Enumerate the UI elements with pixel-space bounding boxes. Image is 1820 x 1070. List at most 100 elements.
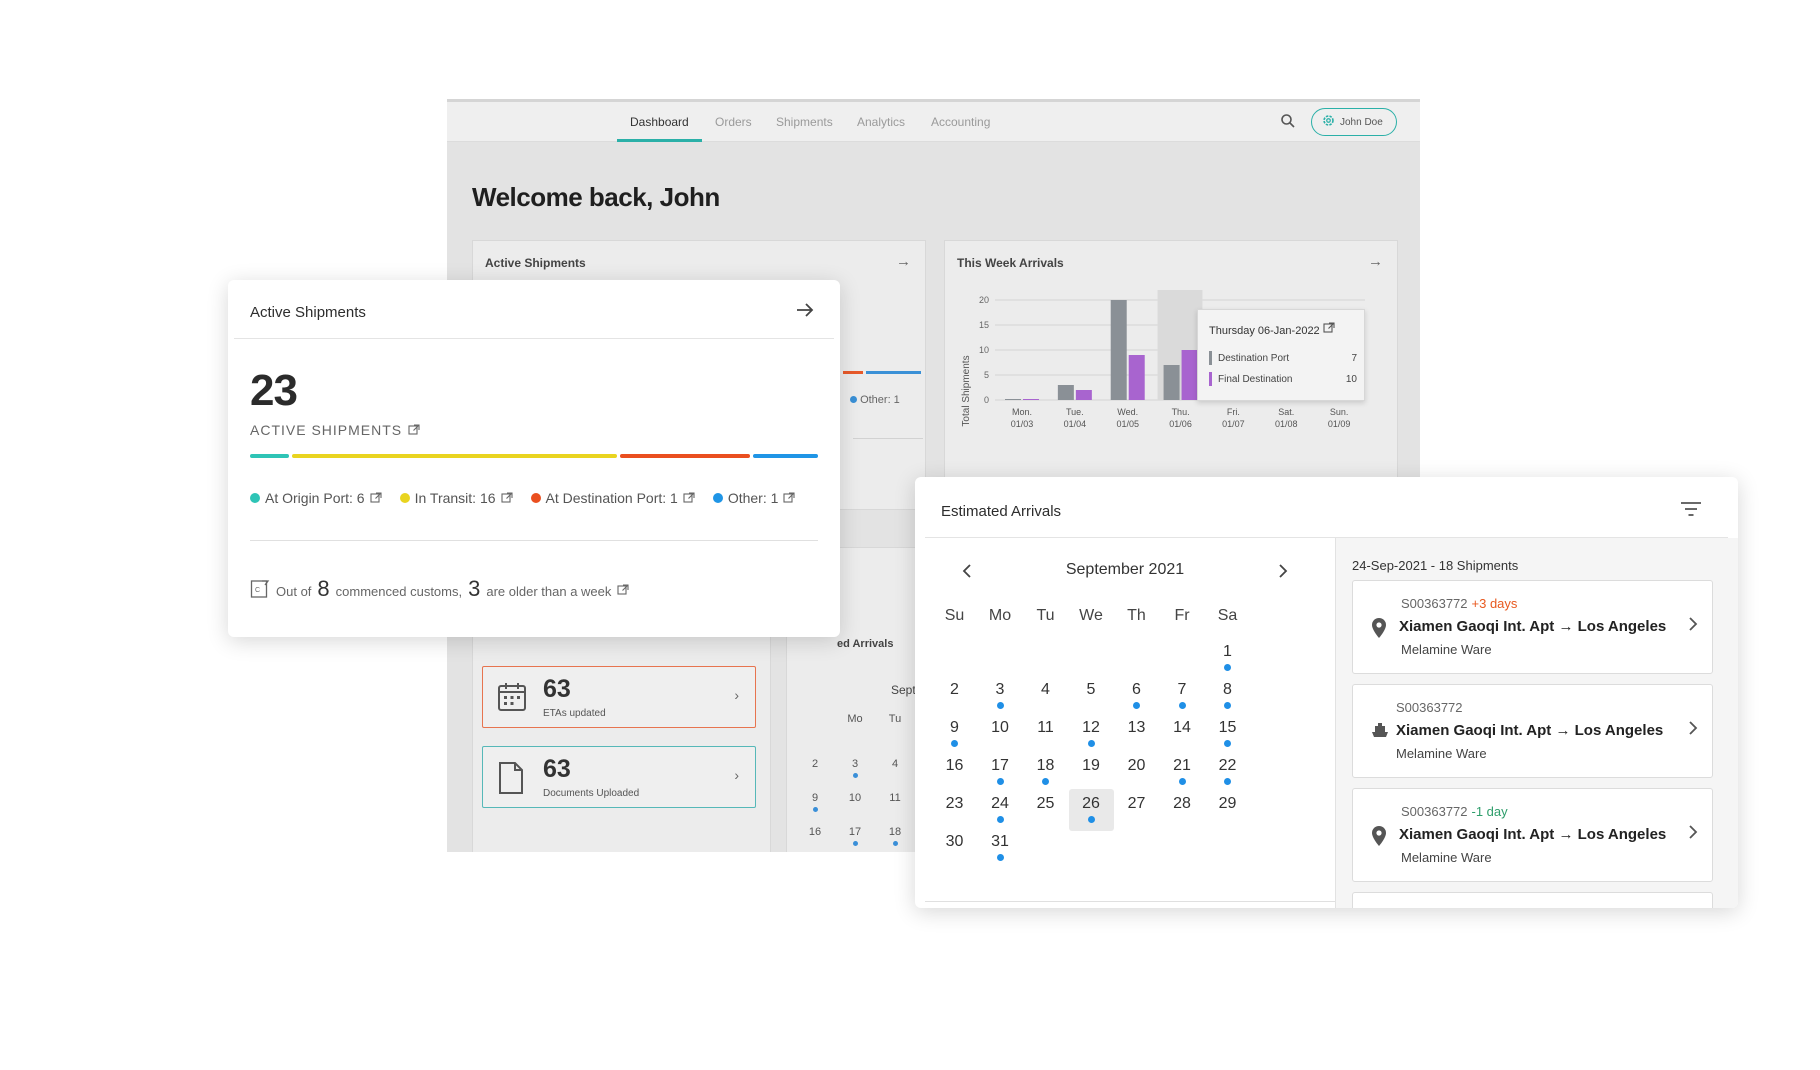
calendar-day[interactable]: 1: [1205, 637, 1250, 679]
legend-item[interactable]: At Origin Port: 6: [250, 490, 382, 506]
calendar-day[interactable]: 2: [797, 758, 833, 770]
arrow-right-icon[interactable]: [794, 299, 816, 321]
day-number: 17: [991, 757, 1009, 774]
calendar-day[interactable]: 13: [1114, 713, 1159, 755]
tab-shipments[interactable]: Shipments: [776, 115, 833, 129]
etas-updated-card[interactable]: 63 ETAs updated ›: [482, 666, 756, 728]
arrival-dot: [996, 702, 1004, 709]
x-tick-label: 01/05: [1116, 419, 1139, 429]
footer-text: Out of: [276, 584, 312, 599]
calendar-day[interactable]: 17: [978, 751, 1023, 793]
this-week-arrivals-card[interactable]: This Week Arrivals → Total Shipments 20 1…: [944, 240, 1398, 480]
page-title: Welcome back, John: [472, 182, 720, 212]
arrow-right-icon[interactable]: →: [1368, 253, 1383, 270]
documents-uploaded-card[interactable]: 63 Documents Uploaded ›: [482, 746, 756, 808]
calendar-day[interactable]: 28: [1160, 789, 1205, 831]
status-bar-segment: [843, 371, 863, 374]
arrival-dot: [996, 854, 1004, 861]
calendar-day[interactable]: 10: [978, 713, 1023, 755]
calendar-day[interactable]: 29: [1205, 789, 1250, 831]
calendar-day[interactable]: 3: [978, 675, 1023, 717]
chevron-right-icon[interactable]: [1271, 559, 1295, 583]
tab-dashboard[interactable]: Dashboard: [630, 115, 689, 129]
calendar-day[interactable]: 3: [837, 758, 873, 778]
tab-accounting[interactable]: Accounting: [931, 115, 990, 129]
series-label: Final Destination: [1218, 373, 1293, 385]
svg-text:C: C: [255, 587, 260, 594]
calendar-day[interactable]: 7: [1160, 675, 1205, 717]
calendar-day[interactable]: 9: [932, 713, 977, 755]
day-number: 26: [1082, 795, 1100, 812]
calendar-day[interactable]: 11: [1023, 713, 1068, 755]
arrow-right-icon[interactable]: →: [896, 253, 911, 270]
chevron-right-icon[interactable]: [1688, 617, 1698, 636]
external-link-icon[interactable]: [1323, 322, 1335, 334]
calendar-day[interactable]: 4: [1023, 675, 1068, 717]
shipment-card[interactable]: S00363772 -1 day Xiamen Gaoqi Int. Apt → L…: [1352, 788, 1713, 882]
chevron-right-icon[interactable]: [1688, 825, 1698, 844]
calendar-day[interactable]: 16: [932, 751, 977, 793]
calendar-day[interactable]: 18: [877, 826, 913, 846]
calendar-day[interactable]: 23: [932, 789, 977, 831]
user-menu-button[interactable]: John Doe: [1311, 108, 1397, 136]
calendar-day[interactable]: 16: [797, 826, 833, 838]
y-tick-label: 0: [984, 395, 989, 405]
calendar-day[interactable]: 4: [877, 758, 913, 770]
calendar-day[interactable]: 14: [1160, 713, 1205, 755]
calendar-day[interactable]: 25: [1023, 789, 1068, 831]
external-link-icon[interactable]: [500, 492, 513, 504]
external-link-icon: [408, 424, 420, 435]
calendar-day[interactable]: 22: [1205, 751, 1250, 793]
calendar-day[interactable]: 8: [1205, 675, 1250, 717]
shipment-card[interactable]: S00363772 +3 days Xiamen Gaoqi Int. Apt → …: [1352, 580, 1713, 674]
external-link-icon[interactable]: [783, 492, 795, 504]
tab-orders[interactable]: Orders: [715, 115, 752, 129]
calendar-day[interactable]: 10: [837, 792, 873, 804]
calendar-day[interactable]: 21: [1160, 751, 1205, 793]
calendar-day[interactable]: 11: [877, 792, 913, 804]
day-number: 27: [1127, 795, 1146, 812]
arrival-dot: [1133, 702, 1140, 709]
chevron-right-icon[interactable]: ›: [734, 687, 739, 703]
calendar-day[interactable]: 6: [1114, 675, 1159, 717]
legend-item[interactable]: In Transit: 16: [399, 490, 513, 506]
calendar-day[interactable]: 12: [1069, 713, 1114, 755]
day-number: 29: [1218, 795, 1237, 812]
calendar-day[interactable]: 24: [978, 789, 1023, 831]
calendar-day[interactable]: 18: [1023, 751, 1068, 793]
shipment-code: S00363772: [1396, 700, 1467, 715]
y-tick-label: 20: [979, 295, 989, 305]
shipment-card[interactable]: S00363772 Xiamen Gaoqi Int. Apt → Los Ang…: [1352, 684, 1713, 778]
external-link-icon[interactable]: [617, 584, 629, 596]
calendar-day[interactable]: 2: [932, 675, 977, 717]
calendar-day[interactable]: 27: [1114, 789, 1159, 831]
tooltip-date: Thursday 06-Jan-2022: [1209, 325, 1320, 337]
legend-item[interactable]: Other: 1: [712, 490, 796, 506]
legend-other[interactable]: Other: 1: [850, 394, 900, 406]
search-icon[interactable]: [1280, 113, 1296, 134]
divider: [250, 540, 818, 541]
day-number: 6: [1132, 681, 1141, 698]
shipment-card[interactable]: [1352, 892, 1713, 908]
calendar-day[interactable]: 17: [837, 826, 873, 846]
calendar-icon: [497, 681, 527, 718]
calendar-day[interactable]: 15: [1205, 713, 1250, 755]
shipment-goods: Melamine Ware: [1401, 850, 1492, 865]
calendar-day[interactable]: 31: [978, 827, 1023, 869]
tab-analytics[interactable]: Analytics: [857, 115, 905, 129]
filter-icon[interactable]: [1680, 501, 1702, 522]
calendar-day[interactable]: 5: [1069, 675, 1114, 717]
legend-item[interactable]: At Destination Port: 1: [530, 490, 695, 506]
card-title: ed Arrivals: [837, 638, 894, 650]
calendar-day[interactable]: 19: [1069, 751, 1114, 793]
calendar-day[interactable]: 20: [1114, 751, 1159, 793]
active-shipments-link[interactable]: ACTIVE SHIPMENTS: [250, 422, 420, 438]
calendar-day[interactable]: 9: [797, 792, 833, 812]
calendar-day[interactable]: 26: [1068, 789, 1114, 831]
calendar-day[interactable]: 30: [932, 827, 977, 869]
external-link-icon[interactable]: [370, 492, 382, 504]
card-title: Estimated Arrivals: [941, 503, 1062, 520]
chevron-right-icon[interactable]: [1688, 721, 1698, 740]
external-link-icon[interactable]: [683, 492, 695, 504]
chevron-right-icon[interactable]: ›: [734, 767, 739, 783]
